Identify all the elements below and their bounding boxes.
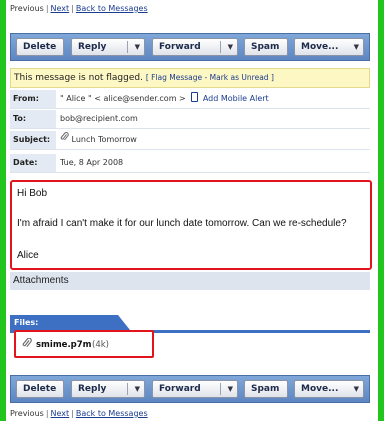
add-mobile-alert-link[interactable]: Add Mobile Alert <box>203 94 269 103</box>
flag-status-bar: This message is not flagged. [ Flag Mess… <box>10 68 370 88</box>
message-greeting: Hi Bob <box>17 188 48 199</box>
from-label: From: <box>10 90 56 108</box>
subject-label: Subject: <box>10 131 56 149</box>
files-tab: Files: <box>10 315 130 330</box>
to-row: To: bob@recipient.com <box>10 110 370 129</box>
chevron-down-icon[interactable]: ▼ <box>354 381 359 397</box>
paperclip-icon <box>22 337 32 352</box>
back-to-messages-link[interactable]: Back to Messages <box>76 4 148 13</box>
forward-button[interactable]: Forward ▼ <box>152 380 238 398</box>
bottom-toolbar: Delete Reply ▼ Forward ▼ Spam Move... ▼ <box>10 375 370 403</box>
attachment-file-size: (4k) <box>92 340 109 350</box>
top-toolbar: Delete Reply ▼ Forward ▼ Spam Move... ▼ <box>10 33 370 61</box>
reply-button[interactable]: Reply ▼ <box>71 380 145 398</box>
back-to-messages-link[interactable]: Back to Messages <box>76 409 148 418</box>
forward-button[interactable]: Forward ▼ <box>152 38 238 56</box>
date-row: Date: Tue, 8 Apr 2008 <box>10 154 370 173</box>
mark-as-unread-link[interactable]: Mark as Unread <box>210 73 269 82</box>
attachment-file-name[interactable]: smime.p7m <box>36 340 92 350</box>
subject-row: Subject: Lunch Tomorrow <box>10 131 370 150</box>
flag-status-text: This message is not flagged. <box>14 73 143 83</box>
date-label: Date: <box>10 154 56 172</box>
previous-text: Previous <box>10 4 44 13</box>
message-signature: Alice <box>17 250 39 261</box>
message-text: I'm afraid I can't make it for our lunch… <box>17 218 347 229</box>
mobile-phone-icon <box>191 92 199 102</box>
top-nav: Previous | Next | Back to Messages <box>10 4 148 13</box>
previous-text: Previous <box>10 409 44 418</box>
chevron-down-icon[interactable]: ▼ <box>228 39 233 55</box>
flag-message-link[interactable]: Flag Message <box>151 73 202 82</box>
reply-button[interactable]: Reply ▼ <box>71 38 145 56</box>
message-view: Previous | Next | Back to Messages Delete Re… <box>6 0 378 421</box>
chevron-down-icon[interactable]: ▼ <box>228 381 233 397</box>
next-link[interactable]: Next <box>51 409 70 418</box>
chevron-down-icon[interactable]: ▼ <box>354 39 359 55</box>
attachments-heading: Attachments <box>10 272 370 290</box>
chevron-down-icon[interactable]: ▼ <box>135 39 140 55</box>
date-value: Tue, 8 Apr 2008 <box>60 158 124 167</box>
message-body: Hi Bob I'm afraid I can't make it for ou… <box>10 180 372 270</box>
paperclip-icon <box>60 132 72 144</box>
move-button[interactable]: Move... ▼ <box>294 38 364 56</box>
subject-value: Lunch Tomorrow <box>71 135 137 144</box>
to-label: To: <box>10 110 56 128</box>
attachment-file[interactable]: smime.p7m (4k) <box>14 330 154 358</box>
delete-button[interactable]: Delete <box>16 38 64 56</box>
spam-button[interactable]: Spam <box>244 380 288 398</box>
from-row: From: " Alice " < alice@sender.com > Add… <box>10 90 370 109</box>
from-value: " Alice " < alice@sender.com > <box>60 94 186 103</box>
next-link[interactable]: Next <box>51 4 70 13</box>
move-button[interactable]: Move... ▼ <box>294 380 364 398</box>
chevron-down-icon[interactable]: ▼ <box>135 381 140 397</box>
delete-button[interactable]: Delete <box>16 380 64 398</box>
bottom-nav: Previous | Next | Back to Messages <box>10 409 148 418</box>
spam-button[interactable]: Spam <box>244 38 288 56</box>
to-value: bob@recipient.com <box>60 114 138 123</box>
